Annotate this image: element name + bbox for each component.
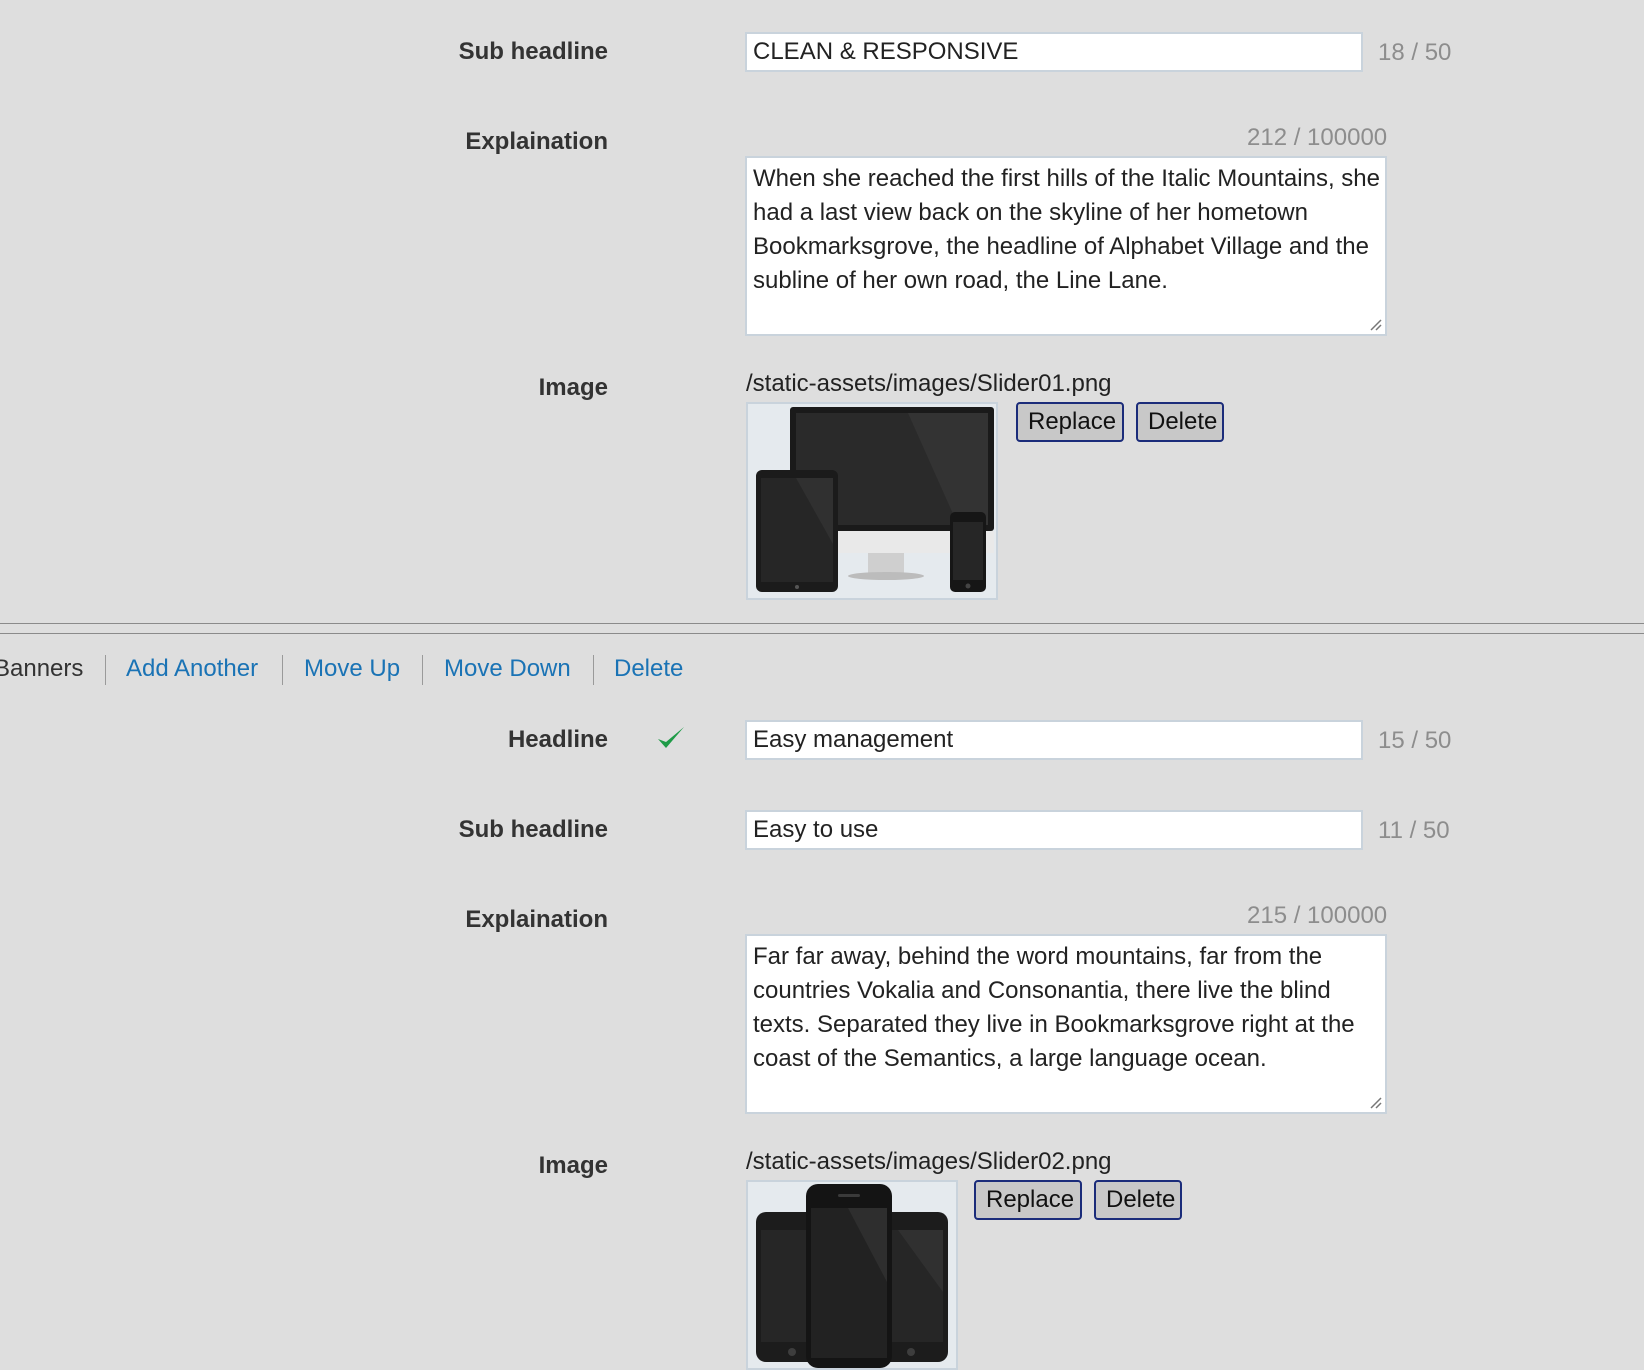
sub-headline-char-count: 11 / 50: [1378, 817, 1450, 844]
toolbar-separator: [105, 655, 106, 685]
explanation-label: Explaination: [465, 128, 608, 155]
toolbar-separator: [422, 655, 423, 685]
move-down-link[interactable]: Move Down: [444, 655, 571, 683]
phones-thumbnail: [746, 1180, 958, 1370]
section-title: Banners: [0, 655, 84, 682]
toolbar-separator: [282, 655, 283, 685]
image-path: /static-assets/images/Slider02.png: [746, 1148, 1112, 1175]
resize-grip-icon[interactable]: [1368, 1095, 1382, 1109]
image-path: /static-assets/images/Slider01.png: [746, 370, 1112, 397]
delete-banner-link[interactable]: Delete: [614, 655, 683, 683]
resize-grip-icon[interactable]: [1368, 317, 1382, 331]
explanation-text: When she reached the first hills of the …: [753, 165, 1380, 294]
headline-input[interactable]: [745, 720, 1363, 760]
delete-image-button[interactable]: Delete: [1136, 402, 1224, 442]
explanation-label: Explaination: [465, 906, 608, 933]
explanation-textarea[interactable]: Far far away, behind the word mountains,…: [745, 934, 1387, 1114]
sub-headline-input[interactable]: [745, 810, 1363, 850]
toolbar-separator: [593, 655, 594, 685]
explanation-char-count: 212 / 100000: [1247, 124, 1388, 151]
checkmark-icon: [658, 727, 684, 748]
sub-headline-input[interactable]: [745, 32, 1363, 72]
move-up-link[interactable]: Move Up: [304, 655, 400, 683]
add-another-link[interactable]: Add Another: [126, 655, 258, 683]
section-divider: [0, 623, 1644, 624]
explanation-char-count: 215 / 100000: [1247, 902, 1388, 929]
replace-image-button[interactable]: Replace: [1016, 402, 1124, 442]
delete-image-button[interactable]: Delete: [1094, 1180, 1182, 1220]
image-label: Image: [538, 1152, 608, 1179]
sub-headline-char-count: 18 / 50: [1378, 39, 1452, 66]
replace-image-button[interactable]: Replace: [974, 1180, 1082, 1220]
headline-label: Headline: [507, 726, 608, 753]
headline-char-count: 15 / 50: [1378, 727, 1452, 754]
sub-headline-label: Sub headline: [458, 38, 608, 65]
devices-thumbnail: [746, 402, 998, 600]
sub-headline-label: Sub headline: [458, 816, 608, 843]
image-label: Image: [538, 374, 608, 401]
section-divider: [0, 633, 1644, 634]
explanation-text: Far far away, behind the word mountains,…: [753, 943, 1355, 1072]
explanation-textarea[interactable]: When she reached the first hills of the …: [745, 156, 1387, 336]
